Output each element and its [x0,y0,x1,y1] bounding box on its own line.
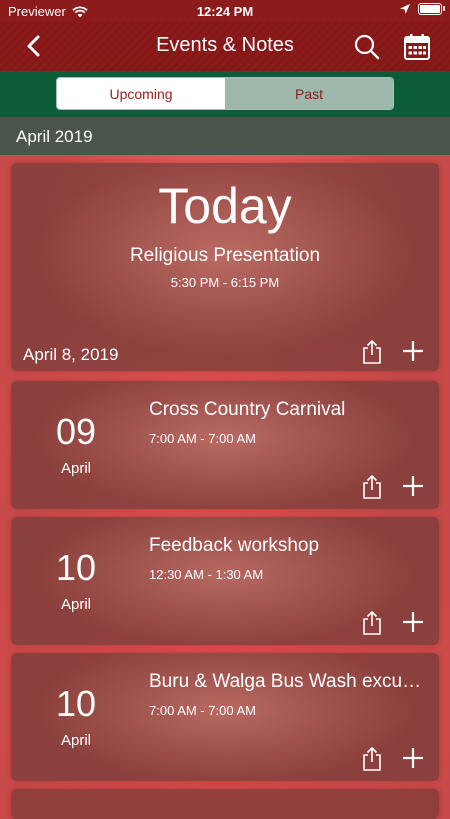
event-title: Buru & Walga Bus Wash excursion [149,671,427,692]
event-title: Cross Country Carnival [149,399,346,420]
event-time: 7:00 AM - 7:00 AM [149,431,256,446]
share-icon[interactable] [361,475,383,499]
event-day: 10 [55,683,97,724]
event-card[interactable]: 10 April Feedback workshop 12:30 AM - 1:… [11,517,439,645]
event-month: April [60,732,91,749]
segment-bar: Upcoming Past [0,71,450,117]
status-right [400,3,445,15]
status-bar: Previewer 12:24 PM [0,0,450,22]
add-icon[interactable] [401,610,425,634]
add-icon[interactable] [401,746,425,770]
event-title: Feedback workshop [149,535,320,556]
tab-past[interactable]: Past [225,78,393,109]
share-icon[interactable] [361,747,383,771]
event-card-partial[interactable] [11,789,439,819]
event-time: 12:30 AM - 1:30 AM [149,567,264,582]
event-day: 09 [55,411,97,452]
page-title: Events & Notes [156,34,294,56]
add-icon[interactable] [401,339,425,363]
status-time: 12:24 PM [196,4,254,19]
event-card[interactable]: 10 April Buru & Walga Bus Wash excursion… [11,653,439,781]
month-label: April 2019 [16,127,93,146]
event-date: April 8, 2019 [23,345,119,364]
add-icon[interactable] [401,474,425,498]
battery-icon [418,3,445,15]
event-card[interactable]: 09 April Cross Country Carnival 7:00 AM … [11,381,439,509]
share-icon[interactable] [361,611,383,635]
event-month: April [60,596,91,613]
share-icon[interactable] [361,340,383,364]
back-chevron-icon[interactable] [20,32,48,60]
month-header: April 2019 [0,117,450,155]
today-event-card[interactable]: Today Religious Presentation 5:30 PM - 6… [11,163,439,371]
segmented-control: Upcoming Past [56,77,394,110]
event-month: April [60,460,91,477]
event-time: 5:30 PM - 6:15 PM [170,275,280,290]
calendar-icon[interactable] [402,32,432,62]
event-time: 7:00 AM - 7:00 AM [149,703,256,718]
navigation-bar: Events & Notes [0,22,450,71]
event-day: 10 [55,547,97,588]
event-title: Religious Presentation [129,245,321,266]
tab-upcoming[interactable]: Upcoming [57,78,225,109]
search-icon[interactable] [352,32,382,62]
location-arrow-icon [400,4,410,14]
today-heading: Today [158,178,292,234]
